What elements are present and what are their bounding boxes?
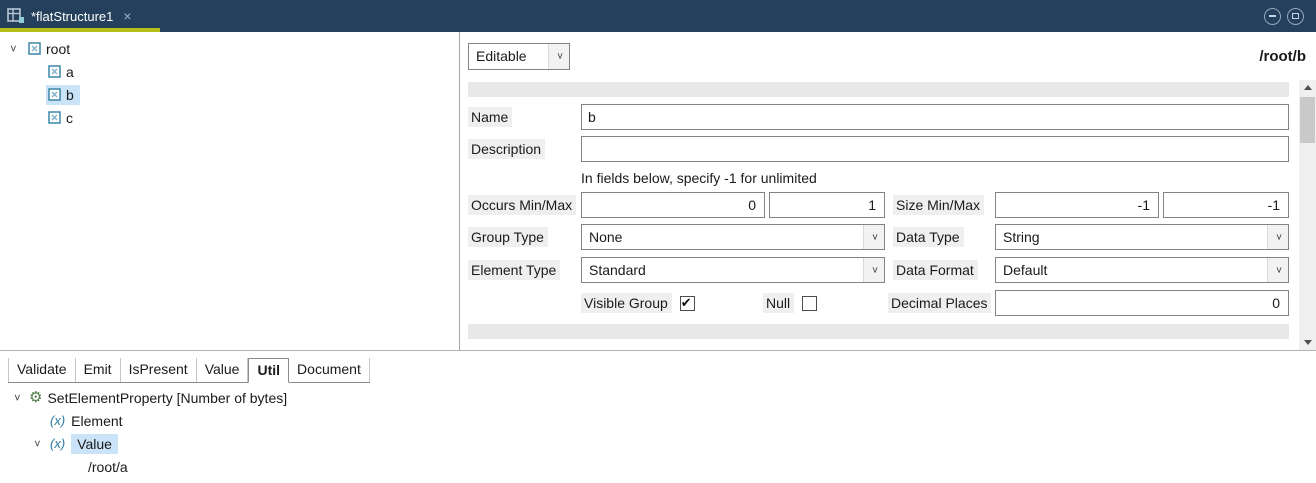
main-area: > root a b c bbox=[0, 32, 1316, 351]
element-type-format-row: Element Type Standard > Data Format Defa… bbox=[468, 257, 1289, 283]
chevron-down-icon[interactable]: > bbox=[12, 392, 23, 403]
mode-dropdown-value: Editable bbox=[469, 44, 548, 69]
minimize-icon[interactable] bbox=[1264, 8, 1281, 25]
visible-group-label: Visible Group bbox=[581, 293, 672, 313]
properties-header: Editable > /root/b bbox=[460, 32, 1316, 80]
chevron-down-icon[interactable]: > bbox=[32, 438, 43, 449]
occurs-max-input[interactable] bbox=[769, 192, 885, 218]
selection-highlight: b bbox=[46, 85, 80, 105]
checkbox-row: Visible Group Null Decimal Places bbox=[468, 290, 1289, 316]
decimal-places-label: Decimal Places bbox=[888, 293, 991, 313]
tab-emit[interactable]: Emit bbox=[76, 358, 121, 382]
tree-node-label: c bbox=[66, 110, 73, 126]
tree-node-label: b bbox=[66, 87, 74, 103]
parameter-icon: (x) bbox=[50, 436, 65, 451]
null-checkbox[interactable] bbox=[802, 296, 817, 311]
description-row: Description bbox=[468, 136, 1289, 162]
section-bar-top bbox=[468, 82, 1289, 97]
scroll-down-icon[interactable] bbox=[1299, 335, 1316, 350]
data-type-dropdown[interactable]: String > bbox=[995, 224, 1289, 250]
rule-value-node-selected[interactable]: > (x) Value bbox=[0, 432, 1316, 455]
dropdown-arrow-icon[interactable]: > bbox=[1267, 225, 1288, 249]
unlimited-note: In fields below, specify -1 for unlimite… bbox=[581, 170, 1289, 186]
document-tab-title: *flatStructure1 bbox=[31, 9, 113, 24]
parameter-icon: (x) bbox=[50, 413, 65, 428]
size-minmax-label: Size Min/Max bbox=[893, 195, 984, 215]
vertical-scrollbar[interactable] bbox=[1299, 80, 1316, 350]
description-label: Description bbox=[468, 139, 545, 159]
rules-panel: Validate Emit IsPresent Value Util Docum… bbox=[0, 351, 1316, 478]
rule-function-label: SetElementProperty [Number of bytes] bbox=[47, 390, 287, 406]
occurs-min-input[interactable] bbox=[581, 192, 765, 218]
document-tab[interactable]: *flatStructure1 × bbox=[31, 9, 132, 24]
tab-document[interactable]: Document bbox=[289, 358, 370, 382]
name-input[interactable] bbox=[581, 104, 1289, 130]
null-label: Null bbox=[763, 293, 794, 313]
occurs-size-row: Occurs Min/Max Size Min/Max bbox=[468, 192, 1289, 218]
tree-node-c[interactable]: c bbox=[0, 106, 459, 129]
group-type-label: Group Type bbox=[468, 227, 548, 247]
tab-util[interactable]: Util bbox=[248, 358, 289, 383]
maximize-icon[interactable] bbox=[1287, 8, 1304, 25]
active-tab-underline bbox=[0, 28, 160, 32]
size-max-input[interactable] bbox=[1163, 192, 1289, 218]
rule-element-label: Element bbox=[71, 413, 122, 429]
element-icon bbox=[48, 111, 61, 124]
mode-dropdown[interactable]: Editable > bbox=[468, 43, 570, 70]
occurs-minmax-label: Occurs Min/Max bbox=[468, 195, 576, 215]
rule-value-child-label: /root/a bbox=[88, 459, 128, 475]
titlebar: *flatStructure1 × bbox=[0, 0, 1316, 32]
tree-node-b-selected[interactable]: b bbox=[0, 83, 459, 106]
name-label: Name bbox=[468, 107, 512, 127]
rule-value-child-node[interactable]: /root/a bbox=[0, 455, 1316, 478]
structure-tree-panel: > root a b c bbox=[0, 32, 460, 350]
group-data-type-row: Group Type None > Data Type String > bbox=[468, 224, 1289, 250]
decimal-places-input[interactable] bbox=[995, 290, 1289, 316]
dropdown-arrow-icon[interactable]: > bbox=[1267, 258, 1288, 282]
element-icon bbox=[48, 65, 61, 78]
properties-form: Name Description In fields below, specif… bbox=[460, 80, 1299, 350]
function-gear-icon: ⚙ bbox=[29, 390, 42, 405]
name-row: Name bbox=[468, 104, 1289, 130]
data-type-label: Data Type bbox=[893, 227, 964, 247]
properties-panel: Editable > /root/b Name Description In f… bbox=[460, 32, 1316, 350]
tab-value[interactable]: Value bbox=[197, 358, 249, 382]
visible-group-checkbox[interactable] bbox=[680, 296, 695, 311]
tree-node-label: a bbox=[66, 64, 74, 80]
app-icon bbox=[7, 8, 25, 24]
dropdown-arrow-icon[interactable]: > bbox=[863, 258, 884, 282]
group-type-dropdown[interactable]: None > bbox=[581, 224, 885, 250]
rule-element-node[interactable]: (x) Element bbox=[0, 409, 1316, 432]
scroll-up-icon[interactable] bbox=[1299, 80, 1316, 95]
data-format-dropdown[interactable]: Default > bbox=[995, 257, 1289, 283]
tree-node-root[interactable]: > root bbox=[0, 37, 459, 60]
rule-function-node[interactable]: > ⚙ SetElementProperty [Number of bytes] bbox=[0, 386, 1316, 409]
close-icon[interactable]: × bbox=[123, 9, 131, 23]
scrollbar-thumb[interactable] bbox=[1300, 97, 1315, 143]
element-path: /root/b bbox=[1259, 48, 1306, 65]
element-type-dropdown[interactable]: Standard > bbox=[581, 257, 885, 283]
description-input[interactable] bbox=[581, 136, 1289, 162]
section-bar-bottom bbox=[468, 324, 1289, 339]
element-icon bbox=[28, 42, 41, 55]
tree-node-a[interactable]: a bbox=[0, 60, 459, 83]
rule-value-label: Value bbox=[71, 434, 118, 454]
data-format-label: Data Format bbox=[893, 260, 978, 280]
dropdown-arrow-icon[interactable]: > bbox=[548, 44, 569, 69]
tree-node-label: root bbox=[46, 41, 70, 57]
dropdown-arrow-icon[interactable]: > bbox=[863, 225, 884, 249]
element-icon bbox=[48, 88, 61, 101]
element-type-label: Element Type bbox=[468, 260, 560, 280]
tab-ispresent[interactable]: IsPresent bbox=[121, 358, 197, 382]
size-min-input[interactable] bbox=[995, 192, 1159, 218]
rules-tab-bar: Validate Emit IsPresent Value Util Docum… bbox=[8, 358, 370, 383]
tab-validate[interactable]: Validate bbox=[8, 358, 76, 382]
chevron-down-icon[interactable]: > bbox=[8, 43, 19, 54]
rule-tree: > ⚙ SetElementProperty [Number of bytes]… bbox=[0, 386, 1316, 478]
